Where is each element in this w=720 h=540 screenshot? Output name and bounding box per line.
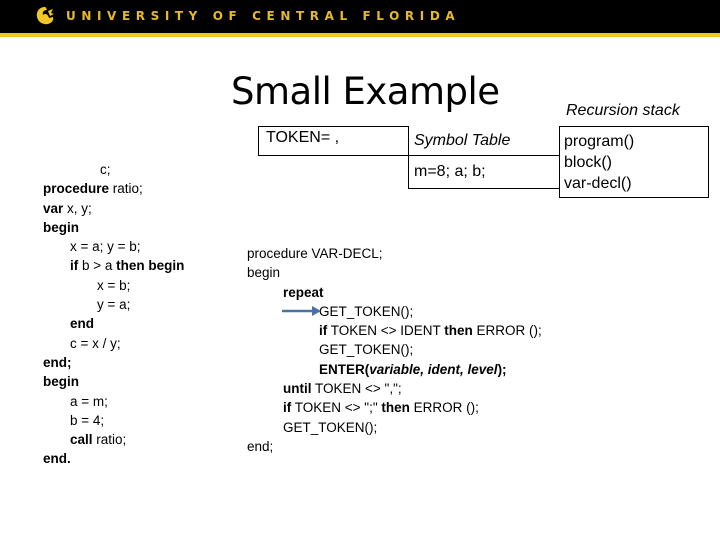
code-keyword: ); [497, 361, 507, 377]
code-line: call ratio; [43, 430, 184, 449]
code-keyword: repeat [283, 284, 324, 300]
code-line: procedure ratio; [43, 179, 184, 198]
code-line: c; [43, 160, 184, 179]
code-keyword: begin [43, 374, 79, 390]
code-text: ERROR (); [409, 400, 479, 416]
code-text: x, y; [63, 200, 92, 216]
code-keyword: procedure [43, 181, 110, 197]
code-keyword: ENTER( [319, 361, 370, 377]
code-text: c = x / y; [70, 335, 121, 351]
code-keyword: call [70, 432, 93, 448]
code-keyword: then [444, 323, 473, 339]
code-keyword: if [319, 323, 328, 339]
code-text: procedure [247, 246, 308, 261]
code-keyword: then begin [116, 258, 185, 274]
code-keyword: if [70, 258, 79, 274]
code-text: x = a; y = b; [70, 239, 141, 255]
token-value: TOKEN= , [266, 129, 340, 146]
code-line: end [43, 314, 184, 333]
code-line: if TOKEN <> ";" then ERROR (); [247, 398, 542, 417]
code-text: TOKEN <> IDENT [327, 323, 445, 339]
code-line: ENTER(variable, ident, level); [247, 360, 542, 379]
code-keyword: end [70, 316, 95, 332]
code-keyword: if [283, 400, 292, 416]
code-text: ratio; [92, 432, 127, 448]
code-keyword: end; [43, 354, 72, 370]
arrow-right-icon [282, 306, 321, 316]
code-line: b = 4; [43, 411, 184, 430]
stack-item: program() [564, 133, 635, 150]
code-text: b = 4; [70, 412, 105, 428]
code-keyword: then [381, 400, 410, 416]
code-text: TOKEN <> ";" [291, 400, 382, 416]
code-text: GET_TOKEN(); [319, 303, 414, 319]
code-keyword: begin [43, 219, 79, 235]
code-line: GET_TOKEN(); [247, 418, 542, 437]
code-line: if TOKEN <> IDENT then ERROR (); [247, 321, 542, 340]
code-line: x = a; y = b; [43, 237, 184, 256]
stack-item: block() [564, 154, 613, 171]
code-line: y = a; [43, 295, 184, 314]
code-text: ratio; [109, 181, 143, 197]
code-line: until TOKEN <> ","; [247, 379, 542, 398]
code-text: y = a; [97, 297, 131, 313]
code-line: end; [247, 437, 542, 456]
code-text: GET_TOKEN(); [319, 342, 414, 358]
code-keyword: end. [43, 451, 71, 467]
code-keyword: var [43, 200, 64, 216]
symbol-table-label: Symbol Table [414, 132, 511, 149]
code-text: b > a [78, 258, 117, 274]
code-line: procedure VAR-DECL; [247, 244, 542, 263]
code-line: end; [43, 353, 184, 372]
stack-item: var-decl() [564, 175, 632, 192]
code-line: x = b; [43, 276, 184, 295]
code-text: c; [100, 162, 111, 177]
var-decl-procedure-code: procedure VAR-DECL; begin repeat GET_TOKEN(… [247, 244, 542, 456]
code-text: VAR-DECL; [307, 246, 383, 261]
code-line: begin [43, 218, 184, 237]
code-line: end. [43, 449, 184, 468]
symbol-table-value: m=8; a; b; [414, 163, 486, 180]
code-text: a = m; [70, 393, 108, 409]
code-keyword: until [283, 381, 312, 397]
code-line: repeat [247, 283, 542, 302]
code-keyword: variable, ident, level [369, 361, 498, 377]
code-line: c = x / y; [43, 334, 184, 353]
code-line: var x, y; [43, 199, 184, 218]
code-line: GET_TOKEN(); [247, 340, 542, 359]
code-text: TOKEN <> ","; [311, 381, 402, 397]
code-line: if b > a then begin [43, 256, 184, 275]
program-source-code: c; procedure ratio; var x, y; begin x = a; y… [43, 160, 184, 469]
code-text: GET_TOKEN(); [283, 419, 378, 435]
recursion-stack-list: program() block() var-decl() [564, 131, 634, 194]
code-text: x = b; [97, 277, 131, 293]
code-text: end; [247, 438, 274, 454]
code-text: ERROR (); [472, 323, 542, 339]
code-line: begin [43, 372, 184, 391]
code-line: a = m; [43, 392, 184, 411]
code-line: begin [247, 263, 542, 282]
code-text: begin [247, 265, 281, 281]
